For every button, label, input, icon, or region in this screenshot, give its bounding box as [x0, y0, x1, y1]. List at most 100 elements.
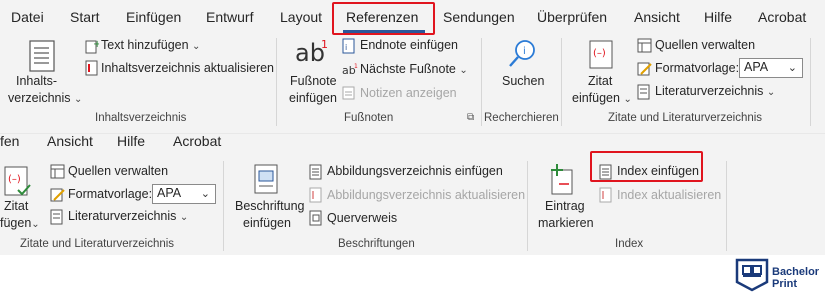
footnote-button-label-2[interactable]: einfügen	[289, 90, 337, 107]
style-icon	[637, 61, 652, 77]
chevron-down-icon: ⌄	[192, 41, 201, 52]
bibliography-icon	[50, 209, 64, 225]
chevron-down-icon: ⌄	[200, 188, 210, 200]
caption-button-label-1[interactable]: Beschriftung	[235, 198, 304, 215]
toc-button-label-2[interactable]: verzeichnis ⌄	[8, 90, 82, 108]
style-icon	[50, 187, 65, 203]
chevron-down-icon: ⌄	[766, 87, 776, 98]
tab-ueberpruefen[interactable]: Überprüfen	[537, 9, 607, 25]
tab-hilfe[interactable]: Hilfe	[704, 9, 732, 25]
table-of-figures-button[interactable]: Abbildungsverzeichnis einfügen	[327, 164, 503, 178]
tab-hilfe[interactable]: Hilfe	[117, 133, 145, 149]
tab-entwurf[interactable]: Entwurf	[206, 9, 253, 25]
cross-reference-button[interactable]: Querverweis	[327, 211, 397, 225]
group-label-recherchieren: Recherchieren	[484, 112, 559, 124]
tab-datei[interactable]: Datei	[11, 9, 44, 25]
chevron-down-icon: ⌄	[74, 94, 83, 105]
manage-sources-button[interactable]: Quellen verwalten	[655, 38, 755, 52]
style-label: Formatvorlage:	[68, 187, 153, 201]
chevron-down-icon: ⌄	[31, 219, 40, 230]
manage-sources-button[interactable]: Quellen verwalten	[68, 164, 168, 178]
tab-einfuegen[interactable]: Einfügen	[126, 9, 181, 25]
next-footnote-button[interactable]: Nächste Fußnote ⌄	[360, 62, 468, 76]
mark-entry-icon[interactable]	[547, 164, 577, 199]
citation-button-label-1[interactable]: Zitat	[4, 198, 28, 215]
update-index-button[interactable]: Index aktualisieren	[617, 188, 721, 202]
toc-button-label-1[interactable]: Inhalts-	[16, 73, 57, 90]
show-notes-icon	[342, 85, 356, 101]
highlight-box-index	[590, 151, 703, 182]
logo-text-1: Bachelor	[772, 266, 820, 278]
separator	[223, 161, 224, 251]
tab-ansicht[interactable]: Ansicht	[634, 9, 680, 25]
show-notes-button[interactable]: Notizen anzeigen	[360, 86, 457, 100]
group-label-inhaltsverzeichnis: Inhaltsverzeichnis	[95, 112, 187, 124]
bibliography-icon	[637, 84, 651, 100]
svg-text:i: i	[345, 43, 347, 52]
insert-citation-icon[interactable]: (–)	[4, 166, 32, 201]
separator	[726, 161, 727, 251]
update-table-icon	[309, 187, 323, 203]
update-toc-icon	[85, 60, 99, 76]
endnote-icon: i	[342, 38, 356, 54]
chevron-down-icon: ⌄	[179, 212, 189, 223]
footnote-icon[interactable]: ab 1	[293, 36, 329, 69]
update-table-button[interactable]: Abbildungsverzeichnis aktualisieren	[327, 188, 525, 202]
next-footnote-icon: ab 1	[342, 62, 358, 78]
tab-acrobat[interactable]: Acrobat	[758, 9, 806, 25]
logo-text-2: Print	[772, 278, 798, 290]
bibliography-button[interactable]: Literaturverzeichnis ⌄	[68, 209, 188, 223]
group-label-zitate: Zitate und Literaturverzeichnis	[20, 238, 175, 250]
highlight-box-referenzen	[332, 2, 435, 35]
svg-text:+: +	[93, 39, 99, 50]
mark-entry-button-label-2[interactable]: markieren	[538, 215, 594, 232]
separator	[561, 38, 562, 126]
svg-text:1: 1	[354, 63, 358, 70]
tab-start[interactable]: Start	[70, 9, 100, 25]
search-button-label[interactable]: Suchen	[502, 73, 544, 90]
svg-text:1: 1	[321, 38, 328, 51]
endnote-button[interactable]: Endnote einfügen	[360, 38, 458, 52]
caption-button-label-2[interactable]: einfügen	[243, 215, 291, 232]
insert-citation-icon[interactable]: (–)	[589, 40, 615, 73]
group-label-beschriftungen: Beschriftungen	[338, 238, 415, 250]
bachelorprint-logo	[735, 258, 769, 295]
logo-shield-icon	[735, 258, 769, 292]
style-select[interactable]: APA ⌄	[739, 58, 803, 78]
manage-sources-icon	[637, 38, 652, 54]
citation-button-label-1[interactable]: Zitat	[588, 73, 612, 90]
update-toc-button[interactable]: Inhaltsverzeichnis aktualisieren	[101, 61, 274, 75]
svg-text:(–): (–)	[593, 48, 606, 59]
tab-ansicht[interactable]: Ansicht	[47, 133, 93, 149]
tab-sendungen[interactable]: Sendungen	[443, 9, 515, 25]
citation-button-label-2[interactable]: einfügen ⌄	[572, 90, 632, 108]
footnote-button-label-1[interactable]: Fußnote	[290, 73, 337, 90]
separator	[527, 161, 528, 251]
chevron-down-icon: ⌄	[787, 62, 797, 74]
citation-button-label-2[interactable]: fügen⌄	[0, 215, 40, 233]
tab-layout[interactable]: Layout	[280, 9, 322, 25]
cross-reference-icon	[309, 210, 323, 226]
svg-text:i: i	[523, 46, 526, 57]
separator	[276, 38, 277, 126]
separator	[481, 38, 482, 126]
table-of-figures-icon	[309, 164, 323, 180]
mark-entry-button-label-1[interactable]: Eintrag	[545, 198, 585, 215]
group-label-index: Index	[615, 238, 644, 250]
bibliography-button[interactable]: Literaturverzeichnis ⌄	[655, 84, 775, 98]
update-index-icon	[599, 187, 613, 203]
group-label-fussnoten: Fußnoten	[344, 112, 394, 124]
chevron-down-icon: ⌄	[623, 94, 632, 105]
search-icon[interactable]: i	[506, 38, 538, 73]
style-select[interactable]: APA ⌄	[152, 184, 216, 204]
table-of-contents-icon[interactable]	[29, 40, 55, 75]
manage-sources-icon	[50, 164, 65, 180]
svg-text:(–): (–)	[8, 174, 21, 185]
add-text-icon: +	[85, 38, 101, 54]
dialog-launcher-icon[interactable]: ⧉	[467, 112, 474, 123]
separator	[810, 38, 811, 126]
insert-caption-icon[interactable]	[254, 164, 280, 199]
tab-acrobat[interactable]: Acrobat	[173, 133, 221, 149]
add-text-button[interactable]: Text hinzufügen ⌄	[101, 38, 200, 52]
tab-einfuegen-partial[interactable]: fen	[0, 133, 19, 149]
